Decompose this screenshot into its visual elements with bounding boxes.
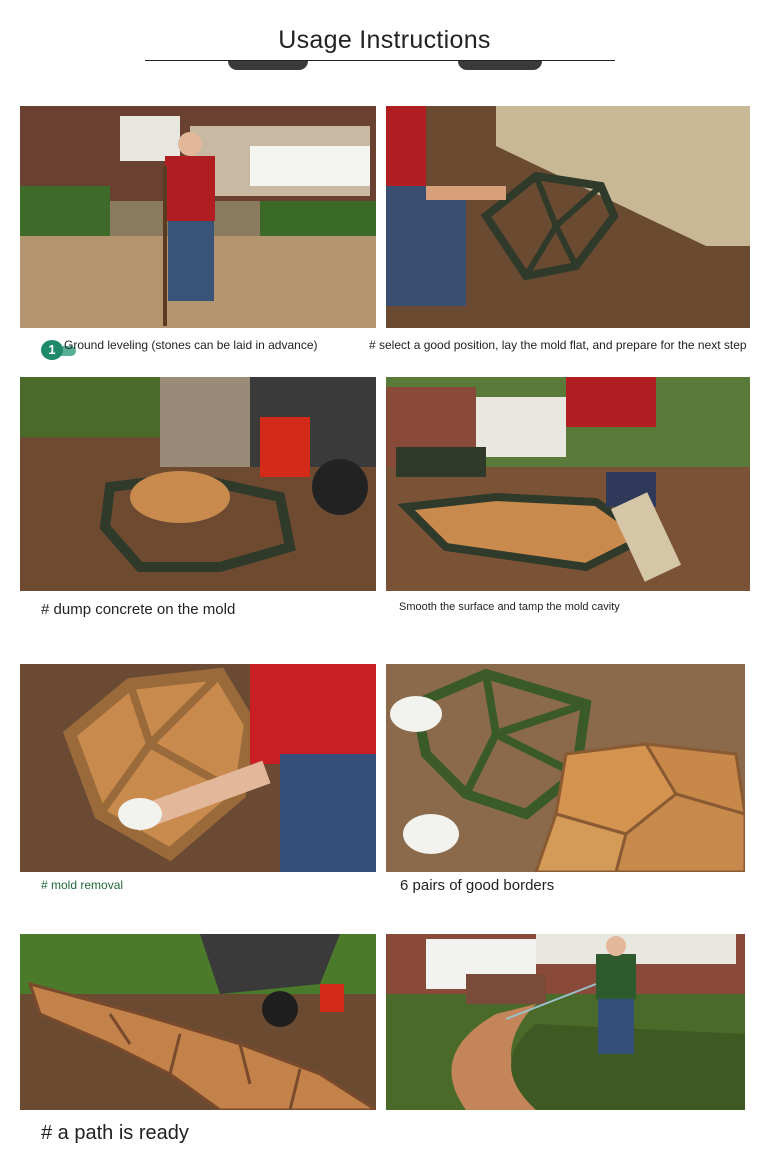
photo-finished-path [386, 934, 745, 1110]
photo-ground-leveling [20, 106, 376, 328]
caption-good-borders: 6 pairs of good borders [400, 877, 555, 894]
caption-mold-removal: # mold removal [41, 878, 124, 892]
photo-dump-concrete [20, 377, 376, 591]
photo-smooth-surface [386, 377, 750, 591]
caption-smooth-surface: Smooth the surface and tamp the mold cav… [399, 601, 620, 613]
page-title: Usage Instructions [278, 26, 491, 54]
step-one-badge: 1 [41, 340, 63, 360]
caption-ground-leveling: Ground leveling (stones can be laid in a… [64, 338, 318, 352]
photo-path-laid [20, 934, 376, 1110]
caption-dump-concrete: # dump concrete on the mold [41, 601, 236, 618]
photo-mold-removal [20, 664, 376, 872]
caption-lay-mold: # select a good position, lay the mold f… [369, 338, 747, 352]
photo-good-borders [386, 664, 745, 872]
title-underline [145, 60, 615, 61]
caption-path-ready: # a path is ready [41, 1122, 189, 1144]
title-tab-left [228, 61, 308, 70]
photo-lay-mold [386, 106, 750, 328]
title-tab-right [458, 61, 542, 70]
